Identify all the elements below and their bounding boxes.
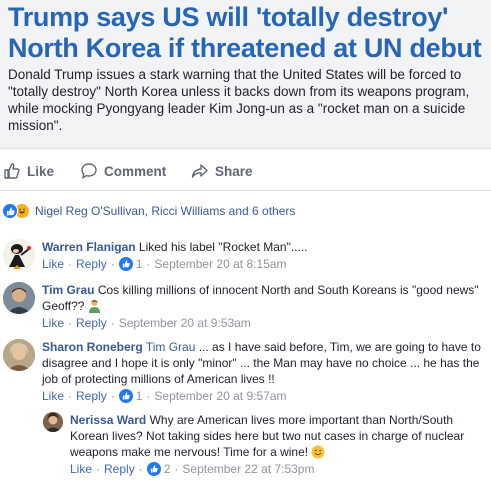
comment-button[interactable]: Comment [80,156,166,186]
comment-author[interactable]: Nerissa Ward [70,413,146,427]
divider [0,190,491,191]
separator: · [110,389,115,403]
like-count-icon [146,462,161,476]
comment-icon [81,163,97,180]
comment-text: Liked his label "Rocket Man"..... [138,240,308,254]
like-reaction-icon [2,203,18,219]
like-button[interactable]: Like [3,156,54,186]
separator: · [110,316,115,330]
comment-reply-link[interactable]: Reply [104,462,135,476]
separator: · [138,462,143,476]
comment-meta: Like · Reply · 1 · September 20 at 9:57a… [42,389,286,403]
comment-reply-link[interactable]: Reply [76,257,107,271]
separator: · [68,389,73,403]
comment-author[interactable]: Warren Flanigan [42,240,136,254]
avatar[interactable] [3,239,35,271]
share-label: Share [215,163,253,179]
comment-like-count[interactable]: 1 [136,389,143,403]
comment-meta: Like · Reply · September 20 at 9:53am [42,316,251,330]
comment-timestamp[interactable]: September 20 at 8:15am [154,257,286,271]
separator: · [146,257,151,271]
comment-body: Tim Grau Cos killing millions of innocen… [42,282,482,317]
comment-like-link[interactable]: Like [42,316,64,330]
reactions-summary[interactable]: Nigel Reg O'Sullivan, Ricci Williams and… [2,201,295,221]
reactions-names[interactable]: Nigel Reg O'Sullivan, Ricci Williams and… [35,204,295,218]
separator: · [174,462,179,476]
article-headline[interactable]: Trump says US will 'totally destroy' Nor… [8,2,486,64]
comment-like-count[interactable]: 1 [136,257,143,271]
person-shrugging-icon [88,299,101,317]
comment-author[interactable]: Sharon Roneberg [42,340,143,354]
comment-reply-link[interactable]: Reply [76,389,107,403]
smiling-face-icon [311,445,325,463]
thumbs-up-icon [4,163,20,179]
tagged-user[interactable]: Tim Grau [146,340,196,354]
separator: · [146,389,151,403]
reply-body: Nerissa Ward Why are American lives more… [70,412,482,463]
article-summary: Donald Trump issues a stark warning that… [8,67,470,133]
comment-text: Cos killing millions of innocent North a… [42,283,479,313]
separator: · [68,316,73,330]
comment-meta: Like · Reply · 1 · September 20 at 8:15a… [42,257,286,271]
link-preview[interactable]: Trump says US will 'totally destroy' Nor… [0,0,491,149]
comment-like-link[interactable]: Like [70,462,92,476]
separator: · [68,257,73,271]
avatar[interactable] [3,282,35,314]
comment-like-link[interactable]: Like [42,389,64,403]
comment-timestamp[interactable]: September 22 at 7:53pm [182,462,314,476]
separator: · [96,462,101,476]
like-count-icon [118,389,133,403]
comment-body: Warren Flanigan Liked his label "Rocket … [42,239,482,255]
action-bar: Like Comment Share [0,156,491,188]
share-icon [191,164,208,178]
reply-meta: Like · Reply · 2 · September 22 at 7:53p… [70,462,314,476]
comment-label: Comment [104,163,167,179]
comment-reply-link[interactable]: Reply [76,316,107,330]
comment-timestamp[interactable]: September 20 at 9:53am [119,316,251,330]
separator: · [110,257,115,271]
comment-author[interactable]: Tim Grau [42,283,94,297]
comment-timestamp[interactable]: September 20 at 9:57am [154,389,286,403]
avatar[interactable] [43,412,63,432]
comment-like-link[interactable]: Like [42,257,64,271]
avatar[interactable] [3,339,35,371]
comment-like-count[interactable]: 2 [164,462,171,476]
like-count-icon [118,257,133,271]
share-button[interactable]: Share [191,156,253,186]
comment-body: Sharon Roneberg Tim Grau ... as I have s… [42,339,482,387]
like-label: Like [27,163,55,179]
